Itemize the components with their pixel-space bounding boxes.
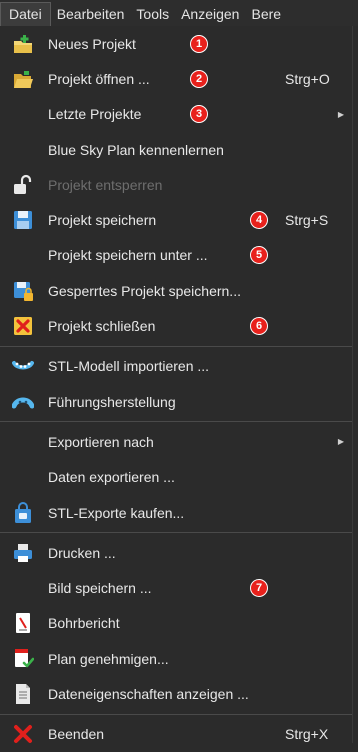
menu-item-label: Blue Sky Plan kennenlernen	[48, 141, 224, 158]
menu-item-projekt-speichern[interactable]: Projekt speichern 4 Strg+S	[0, 202, 352, 237]
menu-bar: Datei Bearbeiten Tools Anzeigen Bere	[0, 0, 358, 26]
menu-item-label: Projekt schließen	[48, 318, 156, 335]
menu-separator	[0, 421, 352, 423]
menu-item-projekt-oeffnen[interactable]: Projekt öffnen ... 2 Strg+O	[0, 61, 352, 96]
unlock-icon	[12, 174, 34, 196]
menu-item-bohrbericht[interactable]: Bohrbericht	[0, 606, 352, 641]
menu-item-projekt-schliessen[interactable]: Projekt schließen 6	[0, 308, 352, 343]
drill-report-icon	[12, 612, 34, 634]
document-properties-icon	[12, 683, 34, 705]
menu-item-fuehrungsherstellung[interactable]: Führungsherstellung	[0, 384, 352, 419]
stl-import-icon	[12, 355, 34, 377]
menu-item-plan-genehmigen[interactable]: Plan genehmigen...	[0, 641, 352, 676]
menu-item-blue-sky-plan-kennenlernen[interactable]: Blue Sky Plan kennenlernen	[0, 132, 352, 167]
new-project-icon	[12, 33, 34, 55]
menu-datei[interactable]: Datei	[0, 2, 51, 26]
surgical-guide-icon	[12, 391, 34, 413]
shortcut-label: Strg+O	[285, 70, 330, 87]
menu-separator	[0, 713, 352, 715]
menu-item-projekt-speichern-unter[interactable]: Projekt speichern unter ... 5	[0, 238, 352, 273]
shortcut-label: Strg+X	[285, 726, 329, 743]
menu-item-label: Daten exportieren ...	[48, 469, 175, 486]
menu-item-exportieren-nach[interactable]: Exportieren nach ▶	[0, 424, 352, 459]
menu-item-label: Letzte Projekte	[48, 106, 142, 123]
datei-dropdown: Neues Projekt 1 Projekt öffnen ... 2 Str…	[0, 26, 353, 744]
menu-item-gesperrtes-projekt-speichern[interactable]: Gesperrtes Projekt speichern...	[0, 273, 352, 308]
callout-badge: 7	[250, 579, 268, 598]
menu-item-label: Projekt öffnen ...	[48, 70, 150, 87]
menu-item-label: Projekt speichern	[48, 212, 157, 229]
menu-item-label: Dateneigenschaften anzeigen ...	[48, 685, 249, 702]
menu-item-projekt-entsperren: Projekt entsperren	[0, 167, 352, 202]
menu-item-label: Führungsherstellung	[48, 393, 176, 410]
callout-badge: 4	[250, 211, 268, 230]
menu-item-bild-speichern[interactable]: Bild speichern ... 7	[0, 570, 352, 605]
menu-item-label: Bild speichern ...	[48, 580, 152, 597]
save-icon	[12, 209, 34, 231]
save-locked-icon	[12, 280, 34, 302]
menu-item-label: Exportieren nach	[48, 433, 154, 450]
exit-icon	[12, 723, 34, 745]
menu-item-label: Gesperrtes Projekt speichern...	[48, 282, 241, 299]
callout-badge: 6	[250, 317, 268, 336]
menu-item-label: Projekt speichern unter ...	[48, 247, 208, 264]
menu-item-label: Neues Projekt	[48, 35, 136, 52]
approve-plan-icon	[12, 648, 34, 670]
shortcut-label: Strg+S	[285, 212, 329, 229]
callout-badge: 2	[190, 69, 208, 88]
menu-item-label: STL-Exporte kaufen...	[48, 504, 185, 521]
close-project-icon	[12, 315, 34, 337]
menu-item-letzte-projekte[interactable]: Letzte Projekte 3 ▶	[0, 97, 352, 132]
menu-separator	[0, 532, 352, 534]
menu-item-beenden[interactable]: Beenden Strg+X	[0, 717, 352, 752]
menu-item-label: Bohrbericht	[48, 615, 120, 632]
menu-item-label: Plan genehmigen...	[48, 650, 169, 667]
callout-badge: 3	[190, 105, 208, 124]
menu-bereich[interactable]: Bere	[245, 6, 287, 26]
callout-badge: 1	[190, 34, 208, 53]
menu-separator	[0, 345, 352, 347]
menu-item-label: STL-Modell importieren ...	[48, 358, 210, 375]
menu-item-stl-modell-importieren[interactable]: STL-Modell importieren ...	[0, 349, 352, 384]
menu-item-dateneigenschaften-anzeigen[interactable]: Dateneigenschaften anzeigen ...	[0, 676, 352, 711]
menu-item-label: Projekt entsperren	[48, 176, 163, 193]
submenu-arrow-icon: ▶	[337, 437, 344, 447]
open-folder-icon	[12, 68, 34, 90]
menu-tools[interactable]: Tools	[130, 6, 175, 26]
menu-item-daten-exportieren[interactable]: Daten exportieren ...	[0, 460, 352, 495]
callout-badge: 5	[250, 246, 268, 265]
menu-item-stl-exporte-kaufen[interactable]: STL-Exporte kaufen...	[0, 495, 352, 530]
menu-item-drucken[interactable]: Drucken ...	[0, 535, 352, 570]
shopping-bag-icon	[12, 501, 34, 524]
menu-item-neues-projekt[interactable]: Neues Projekt 1	[0, 26, 352, 61]
menu-item-label: Drucken ...	[48, 544, 116, 561]
menu-anzeigen[interactable]: Anzeigen	[175, 6, 245, 26]
printer-icon	[12, 542, 34, 564]
menu-bearbeiten[interactable]: Bearbeiten	[51, 6, 131, 26]
menu-item-label: Beenden	[48, 726, 105, 743]
submenu-arrow-icon: ▶	[337, 109, 344, 119]
